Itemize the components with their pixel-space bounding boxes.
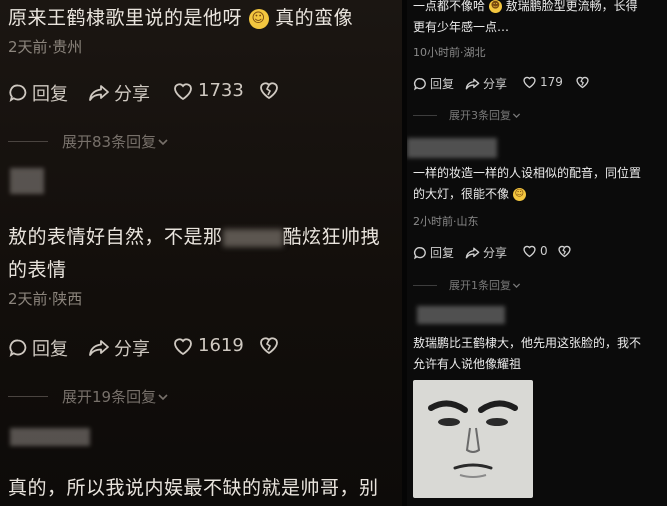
dislike-button[interactable]	[258, 335, 284, 355]
comment-text: 敖瑞鹏比王鹤棣大，他先用这张脸的，我不 允许有人说他像耀祖	[413, 336, 642, 371]
expand-replies-button[interactable]: 展开3条回复	[413, 107, 522, 123]
reply-icon	[9, 84, 27, 102]
like-count: 1733	[198, 80, 244, 101]
dislike-button[interactable]	[258, 80, 284, 100]
comment-meta: 10小时前·湖北	[413, 46, 486, 59]
blurred-avatar[interactable]	[10, 428, 90, 446]
like-count: 0	[540, 244, 548, 258]
comment-text: 敖的表情好自然，不是那 酷炫狂帅拽	[8, 226, 381, 248]
share-icon	[465, 78, 480, 89]
reply-icon	[9, 339, 27, 357]
dislike-button[interactable]	[557, 244, 575, 258]
share-button[interactable]: 分享	[465, 244, 507, 261]
blurred-avatar[interactable]	[407, 138, 497, 158]
comment-text: 的表情	[8, 259, 67, 281]
broken-heart-icon	[558, 245, 571, 258]
like-button[interactable]: 179	[522, 75, 563, 89]
comment-text: 原来王鹤棣歌里说的是他呀 ☺ 真的蛮像	[8, 7, 354, 29]
like-button[interactable]: 1733	[172, 80, 244, 101]
comment-text: 真的，所以我说内娱最不缺的就是帅哥，别	[8, 477, 379, 499]
divider	[8, 396, 48, 397]
blurred-avatar[interactable]	[10, 168, 44, 194]
right-comment-panel: 一点都不像哈 ☻ 敖瑞鹏脸型更流畅，长得 更有少年感一点… 10小时前·湖北 回…	[407, 0, 667, 506]
divider	[413, 284, 437, 286]
blurred-text	[222, 228, 283, 247]
face-drawing	[428, 400, 518, 478]
share-button[interactable]: 分享	[88, 335, 150, 361]
drool-emoji-icon: ☺	[512, 188, 526, 201]
expand-replies-button[interactable]: 展开19条回复	[8, 386, 170, 407]
heart-icon	[523, 245, 536, 258]
reply-button[interactable]: 回复	[8, 80, 68, 106]
reply-icon	[413, 246, 426, 259]
share-button[interactable]: 分享	[88, 80, 150, 106]
like-count: 1619	[198, 335, 244, 356]
comment-text: 一样的妆造一样的人设相似的配音，同位置 的大灯，很能不像 ☺	[413, 166, 642, 201]
heart-icon	[174, 337, 192, 355]
share-icon	[89, 85, 109, 101]
comment-meta: 2天前·贵州	[8, 38, 83, 56]
expand-replies-button[interactable]: 展开83条回复	[8, 131, 170, 152]
chevron-down-icon	[158, 138, 168, 145]
reply-button[interactable]: 回复	[413, 244, 454, 261]
share-icon	[465, 247, 480, 258]
divider	[8, 141, 48, 142]
expand-replies-button[interactable]: 展开1条回复	[413, 277, 522, 293]
dislike-button[interactable]	[575, 75, 593, 89]
blurred-avatar[interactable]	[417, 306, 505, 324]
face-sticker-image[interactable]	[413, 380, 533, 498]
heart-icon	[174, 82, 192, 100]
share-button[interactable]: 分享	[465, 75, 507, 92]
like-button[interactable]: 1619	[172, 335, 244, 356]
chevron-down-icon	[512, 282, 521, 288]
comment-text: 一点都不像哈 ☻ 敖瑞鹏脸型更流畅，长得 更有少年感一点…	[413, 0, 638, 34]
reply-button[interactable]: 回复	[413, 75, 454, 92]
broken-heart-icon	[260, 337, 278, 355]
like-count: 179	[540, 75, 563, 89]
comment-meta: 2小时前·山东	[413, 215, 479, 228]
reply-button[interactable]: 回复	[8, 335, 68, 361]
left-comment-panel: 原来王鹤棣歌里说的是他呀 ☺ 真的蛮像 2天前·贵州 回复 分享 1733 展开…	[0, 0, 402, 506]
divider	[413, 114, 437, 116]
broken-heart-icon	[576, 76, 589, 89]
smile-emoji-icon: ☺	[248, 8, 269, 29]
share-icon	[89, 340, 109, 356]
comment-meta: 2天前·陕西	[8, 290, 83, 308]
laugh-cry-emoji-icon: ☻	[488, 0, 502, 13]
heart-icon	[523, 76, 536, 89]
reply-icon	[413, 77, 426, 90]
like-button[interactable]: 0	[522, 244, 548, 258]
chevron-down-icon	[512, 112, 521, 118]
broken-heart-icon	[260, 82, 278, 100]
chevron-down-icon	[158, 393, 168, 400]
